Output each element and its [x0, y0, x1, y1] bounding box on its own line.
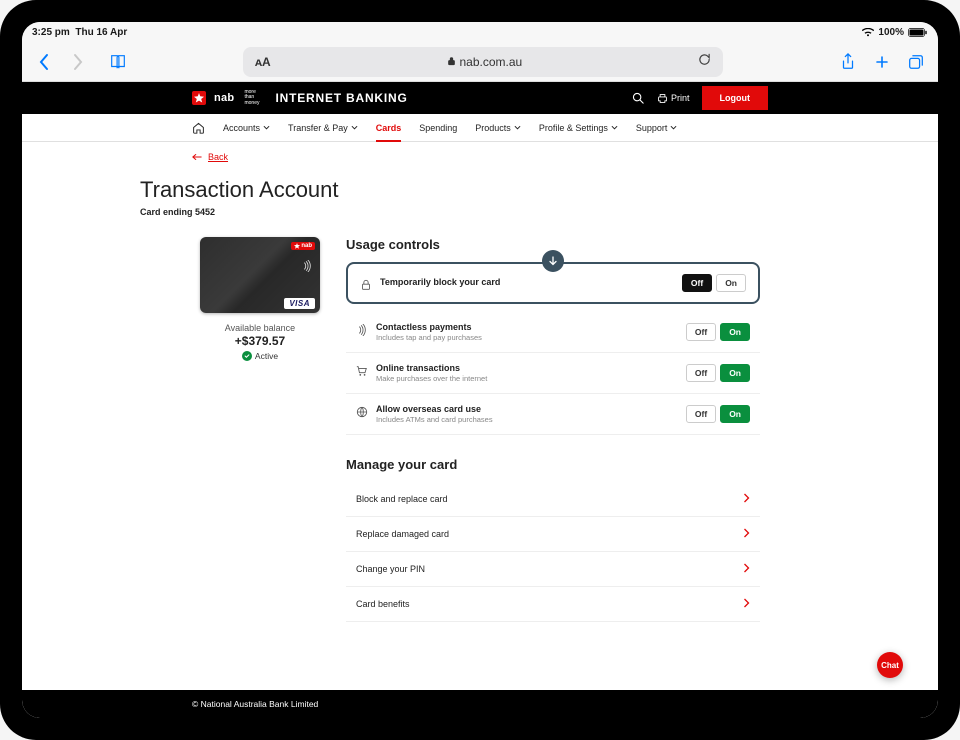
- manage-card-benefits[interactable]: Card benefits: [346, 587, 760, 622]
- toggle-label: Temporarily block your card: [380, 277, 500, 287]
- toggle-off[interactable]: Off: [686, 405, 716, 423]
- url-text: nab.com.au: [460, 55, 523, 69]
- logout-button[interactable]: Logout: [702, 86, 769, 110]
- chevron-right-icon: [743, 598, 750, 610]
- browser-toolbar: ᴀA nab.com.au: [22, 42, 938, 82]
- card-network-badge: VISA: [284, 298, 315, 309]
- chat-button[interactable]: Chat: [877, 652, 903, 678]
- status-time-date: 3:25 pm Thu 16 Apr: [32, 27, 127, 38]
- available-balance-amount: +$379.57: [235, 334, 285, 348]
- nav-spending[interactable]: Spending: [419, 114, 457, 141]
- tabs-button[interactable]: [902, 48, 930, 76]
- toggle-on[interactable]: On: [720, 364, 750, 382]
- manage-card-title: Manage your card: [346, 457, 760, 472]
- bookmarks-button[interactable]: [104, 48, 132, 76]
- manage-block-replace[interactable]: Block and replace card: [346, 482, 760, 517]
- nav-products[interactable]: Products: [475, 114, 521, 141]
- highlight-arrow-icon: [542, 250, 564, 272]
- chevron-right-icon: [743, 528, 750, 540]
- nab-logo-icon: [192, 91, 206, 105]
- toggle-sublabel: Make purchases over the internet: [376, 374, 487, 383]
- lock-icon: [447, 55, 456, 69]
- wifi-icon: [862, 28, 874, 37]
- toggle-online-transactions: Online transactions Make purchases over …: [346, 353, 760, 394]
- battery-icon: [908, 28, 928, 37]
- brand-text: nab: [214, 92, 234, 104]
- share-button[interactable]: [834, 48, 862, 76]
- card-status: Active: [242, 351, 278, 361]
- cart-icon: [356, 364, 368, 376]
- brand-tagline: morethanmoney: [244, 90, 259, 107]
- back-button[interactable]: [30, 48, 58, 76]
- site-footer: © National Australia Bank Limited: [22, 690, 938, 718]
- internet-banking-label: INTERNET BANKING: [275, 91, 407, 105]
- toggle-off[interactable]: Off: [682, 274, 712, 292]
- nav-transfer-pay[interactable]: Transfer & Pay: [288, 114, 358, 141]
- page-title: Transaction Account: [140, 177, 760, 203]
- toggle-overseas: Allow overseas card use Includes ATMs an…: [346, 394, 760, 435]
- chevron-right-icon: [743, 563, 750, 575]
- new-tab-button[interactable]: [868, 48, 896, 76]
- toggle-off[interactable]: Off: [686, 323, 716, 341]
- globe-icon: [356, 405, 368, 417]
- reader-aa-icon[interactable]: ᴀA: [255, 55, 271, 69]
- nav-cards[interactable]: Cards: [376, 114, 402, 141]
- nav-home[interactable]: [192, 114, 205, 141]
- toggle-on[interactable]: On: [720, 405, 750, 423]
- available-balance-label: Available balance: [225, 323, 295, 333]
- device-status-bar: 3:25 pm Thu 16 Apr 100%: [22, 22, 938, 42]
- back-link[interactable]: Back: [192, 152, 228, 162]
- nav-accounts[interactable]: Accounts: [223, 114, 270, 141]
- toggle-contactless: Contactless payments Includes tap and pa…: [346, 312, 760, 353]
- site-header: nab morethanmoney INTERNET BANKING Print…: [22, 82, 938, 114]
- search-icon[interactable]: [631, 91, 645, 105]
- battery-percent: 100%: [878, 27, 904, 38]
- card-image: nab VISA: [200, 237, 320, 313]
- primary-nav: Accounts Transfer & Pay Cards Spending P…: [22, 114, 938, 142]
- toggle-sublabel: Includes tap and pay purchases: [376, 333, 482, 342]
- print-button[interactable]: Print: [657, 93, 690, 104]
- toggle-label: Contactless payments: [376, 322, 482, 332]
- address-bar[interactable]: ᴀA nab.com.au: [243, 47, 723, 77]
- manage-change-pin[interactable]: Change your PIN: [346, 552, 760, 587]
- card-nab-badge: nab: [291, 242, 315, 250]
- toggle-sublabel: Includes ATMs and card purchases: [376, 415, 493, 424]
- toggle-temporarily-block: Temporarily block your card Off On: [346, 262, 760, 304]
- reload-button[interactable]: [698, 53, 711, 71]
- forward-button[interactable]: [64, 48, 92, 76]
- toggle-label: Online transactions: [376, 363, 487, 373]
- toggle-off[interactable]: Off: [686, 364, 716, 382]
- toggle-on[interactable]: On: [716, 274, 746, 292]
- chevron-right-icon: [743, 493, 750, 505]
- toggle-on[interactable]: On: [720, 323, 750, 341]
- nav-support[interactable]: Support: [636, 114, 678, 141]
- contactless-icon: [356, 323, 368, 335]
- toggle-label: Allow overseas card use: [376, 404, 493, 414]
- manage-replace-damaged[interactable]: Replace damaged card: [346, 517, 760, 552]
- check-icon: [242, 351, 252, 361]
- nav-profile-settings[interactable]: Profile & Settings: [539, 114, 618, 141]
- contactless-icon: [302, 259, 312, 277]
- lock-icon: [360, 278, 372, 290]
- card-ending-label: Card ending 5452: [140, 207, 760, 217]
